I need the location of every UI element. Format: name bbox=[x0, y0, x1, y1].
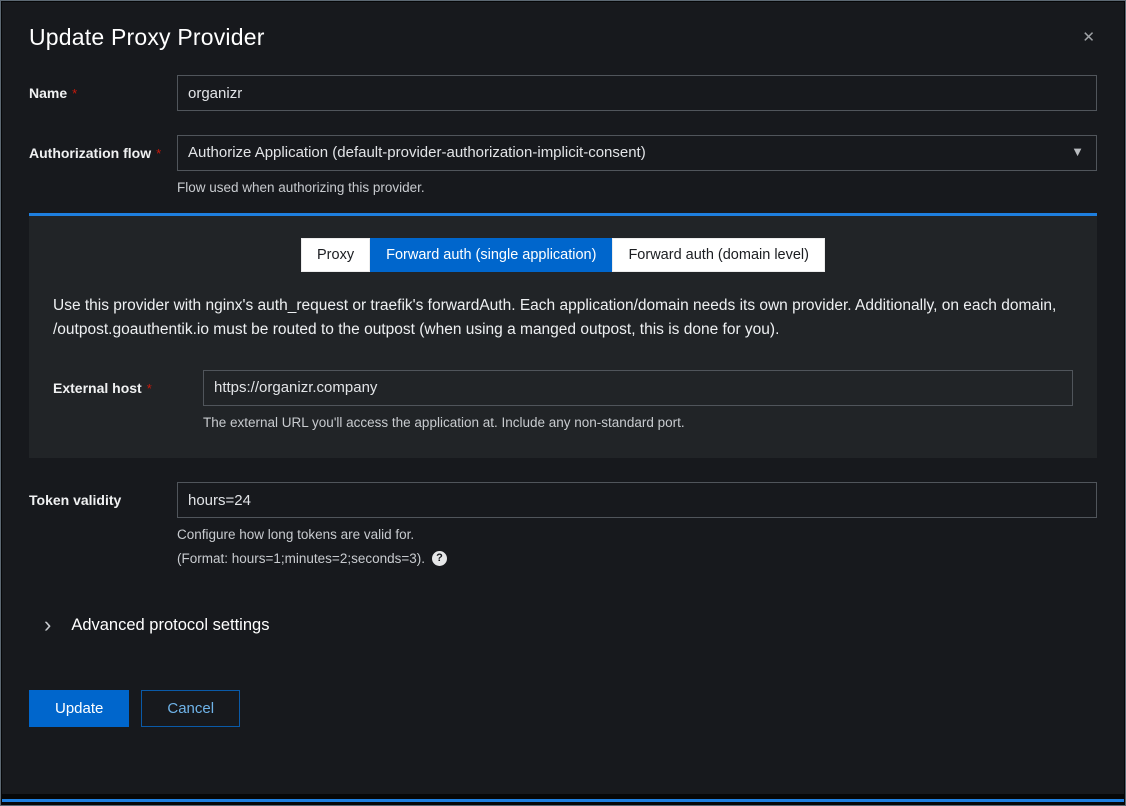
token-validity-format-help: (Format: hours=1;minutes=2;seconds=3). ? bbox=[177, 549, 1097, 569]
app-window: Update Proxy Provider ✕ Name * Authorizat… bbox=[0, 0, 1126, 806]
name-label: Name * bbox=[29, 75, 177, 103]
authorization-flow-help: Flow used when authorizing this provider… bbox=[177, 178, 1097, 198]
authorization-flow-label: Authorization flow * bbox=[29, 135, 177, 163]
required-asterisk: * bbox=[156, 146, 161, 161]
mode-toggle-forward-auth-single[interactable]: Forward auth (single application) bbox=[370, 238, 612, 272]
advanced-protocol-settings-expander[interactable]: › Advanced protocol settings bbox=[29, 614, 1097, 636]
external-host-field-row: External host * The external URL you'll a… bbox=[53, 370, 1073, 433]
mode-description: Use this provider with nginx's auth_requ… bbox=[53, 294, 1073, 342]
authorization-flow-select[interactable]: Authorize Application (default-provider-… bbox=[177, 135, 1097, 171]
mode-toggle-group: Proxy Forward auth (single application) … bbox=[53, 238, 1073, 272]
bottom-accent-bar bbox=[2, 799, 1124, 802]
token-validity-format-text: (Format: hours=1;minutes=2;seconds=3). bbox=[177, 549, 425, 569]
authorization-flow-field-row: Authorization flow * Authorize Applicatio… bbox=[29, 135, 1097, 198]
mode-toggle-proxy[interactable]: Proxy bbox=[301, 238, 370, 272]
external-host-label: External host * bbox=[53, 370, 203, 398]
update-proxy-provider-modal: Update Proxy Provider ✕ Name * Authorizat… bbox=[2, 2, 1124, 794]
token-validity-field-row: Token validity Configure how long tokens… bbox=[29, 482, 1097, 568]
token-validity-input[interactable] bbox=[177, 482, 1097, 518]
required-asterisk: * bbox=[72, 86, 77, 101]
authorization-flow-field: Authorize Application (default-provider-… bbox=[177, 135, 1097, 198]
external-host-help: The external URL you'll access the appli… bbox=[203, 413, 1073, 433]
proxy-mode-panel: Proxy Forward auth (single application) … bbox=[29, 213, 1097, 459]
advanced-protocol-settings-label: Advanced protocol settings bbox=[71, 616, 269, 635]
external-host-label-text: External host bbox=[53, 380, 142, 396]
name-field bbox=[177, 75, 1097, 111]
help-question-icon[interactable]: ? bbox=[432, 551, 447, 566]
mode-toggle-forward-auth-domain[interactable]: Forward auth (domain level) bbox=[612, 238, 825, 272]
chevron-right-icon: › bbox=[44, 614, 51, 636]
token-validity-help: Configure how long tokens are valid for. bbox=[177, 525, 1097, 545]
caret-down-icon: ▼ bbox=[1071, 144, 1084, 159]
cancel-button[interactable]: Cancel bbox=[141, 690, 240, 727]
authorization-flow-selected-value: Authorize Application (default-provider-… bbox=[188, 144, 646, 161]
update-button[interactable]: Update bbox=[29, 690, 129, 727]
token-validity-label: Token validity bbox=[29, 482, 177, 509]
authorization-flow-label-text: Authorization flow bbox=[29, 145, 151, 161]
modal-actions: Update Cancel bbox=[29, 690, 1097, 727]
name-input[interactable] bbox=[177, 75, 1097, 111]
token-validity-label-text: Token validity bbox=[29, 492, 121, 508]
modal-header: Update Proxy Provider ✕ bbox=[29, 24, 1097, 51]
external-host-input[interactable] bbox=[203, 370, 1073, 406]
modal-title: Update Proxy Provider bbox=[29, 24, 265, 51]
required-asterisk: * bbox=[147, 381, 152, 396]
external-host-field: The external URL you'll access the appli… bbox=[203, 370, 1073, 433]
name-label-text: Name bbox=[29, 85, 67, 101]
name-field-row: Name * bbox=[29, 75, 1097, 111]
token-validity-field: Configure how long tokens are valid for.… bbox=[177, 482, 1097, 568]
close-icon[interactable]: ✕ bbox=[1080, 24, 1097, 51]
